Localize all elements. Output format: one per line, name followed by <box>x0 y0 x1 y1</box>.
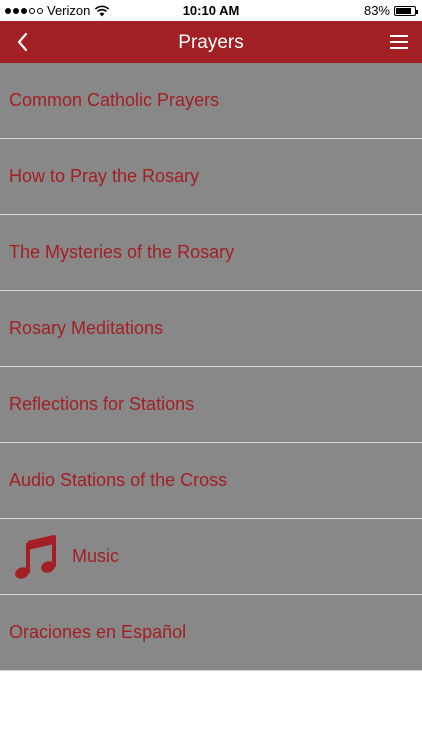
list-item-how-to-pray-rosary[interactable]: How to Pray the Rosary <box>0 139 422 215</box>
list-item-reflections-for-stations[interactable]: Reflections for Stations <box>0 367 422 443</box>
battery-percent: 83% <box>363 3 390 18</box>
list-item-label: The Mysteries of the Rosary <box>9 242 235 262</box>
list-item-label: Common Catholic Prayers <box>9 90 220 110</box>
battery-icon <box>394 5 418 16</box>
nav-bar: Prayers <box>0 21 422 63</box>
status-time: 10:10 AM <box>182 3 240 18</box>
list-item-label: Audio Stations of the Cross <box>9 470 228 490</box>
list-item-oraciones-en-espanol[interactable]: Oraciones en Español <box>0 595 422 671</box>
battery-fill <box>396 7 411 14</box>
status-bar: Verizon 10:10 AM 83% <box>0 0 422 21</box>
list-item-label: Music <box>72 546 120 566</box>
list-item-rosary-meditations[interactable]: Rosary Meditations <box>0 291 422 367</box>
list-item-music[interactable]: Music <box>0 519 422 595</box>
list-item-label: How to Pray the Rosary <box>9 166 200 186</box>
music-note-icon <box>15 534 56 579</box>
list-item-label: Rosary Meditations <box>9 318 164 338</box>
list-item-common-catholic-prayers[interactable]: Common Catholic Prayers <box>0 63 422 139</box>
list-item-audio-stations[interactable]: Audio Stations of the Cross <box>0 443 422 519</box>
empty-area <box>0 673 422 750</box>
list-item-label: Reflections for Stations <box>9 394 195 414</box>
page-title: Prayers <box>178 32 244 53</box>
hamburger-menu-icon[interactable] <box>388 31 410 53</box>
list-item-label: Oraciones en Español <box>9 622 187 642</box>
prayer-list: Common Catholic Prayers How to Pray the … <box>0 63 422 671</box>
status-right: 83% <box>363 3 418 18</box>
list-item-mysteries-of-rosary[interactable]: The Mysteries of the Rosary <box>0 215 422 291</box>
